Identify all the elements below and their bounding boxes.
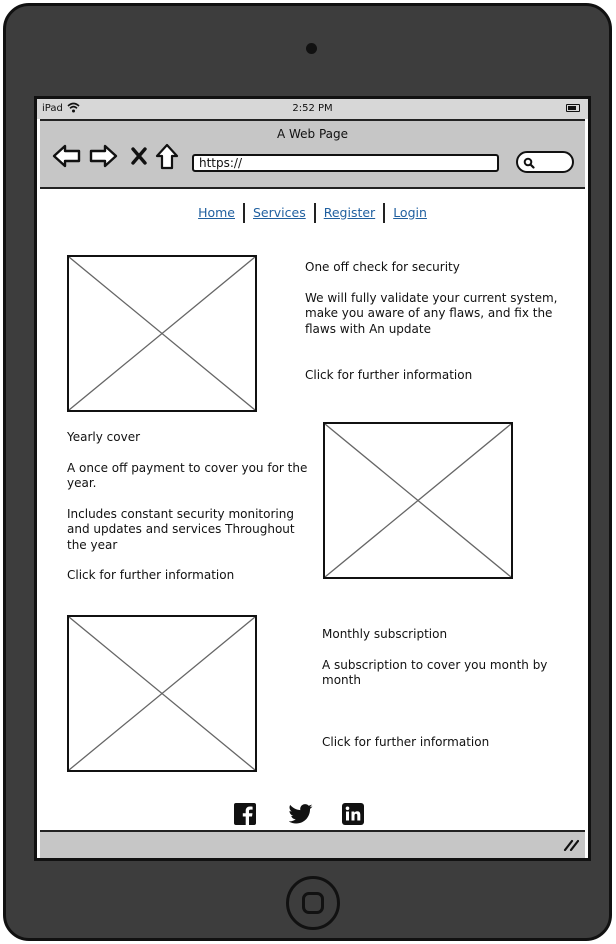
nav-link-services[interactable]: Services <box>247 205 312 220</box>
browser-title: A Web Page <box>276 127 349 141</box>
linkedin-icon[interactable] <box>342 803 364 825</box>
browser-toolbar: A Web Page https:// <box>40 119 585 189</box>
facebook-icon[interactable] <box>234 803 256 825</box>
home-button[interactable] <box>286 876 340 930</box>
ipad-device-frame: iPad 2:52 PM A Web Page https:// Home Se… <box>3 3 612 941</box>
forward-arrow-icon[interactable] <box>88 143 118 169</box>
nav-divider <box>243 203 245 223</box>
home-button-square-icon <box>302 892 324 914</box>
section-security: One off check for security We will fully… <box>305 260 581 399</box>
image-placeholder <box>67 255 257 412</box>
ipad-screen: iPad 2:52 PM A Web Page https:// Home Se… <box>34 96 591 861</box>
image-placeholder <box>67 615 257 772</box>
home-icon[interactable] <box>154 143 180 171</box>
nav-link-login[interactable]: Login <box>387 205 433 220</box>
section-title: One off check for security <box>305 260 460 274</box>
section-body: A subscription to cover you month by mon… <box>322 657 548 688</box>
section-title: Yearly cover <box>67 430 141 444</box>
browser-bottom-bar <box>40 830 585 858</box>
resize-handle-icon[interactable] <box>563 839 579 851</box>
section-monthly: Monthly subscription A subscription to c… <box>322 627 584 765</box>
search-button[interactable] <box>516 151 574 173</box>
twitter-icon[interactable] <box>289 804 313 824</box>
status-time: 2:52 PM <box>292 103 333 114</box>
nav-link-register[interactable]: Register <box>318 205 381 220</box>
image-placeholder <box>323 422 513 579</box>
back-arrow-icon[interactable] <box>52 143 82 169</box>
section-yearly: Yearly cover A once off payment to cover… <box>67 430 317 599</box>
status-bar: iPad 2:52 PM <box>37 99 588 119</box>
camera-dot <box>306 43 317 54</box>
nav-divider <box>383 203 386 223</box>
section-body-2: Includes constant security monitoring an… <box>67 506 295 552</box>
further-info-link[interactable]: Click for further information <box>67 568 317 584</box>
nav-link-home[interactable]: Home <box>192 205 241 220</box>
nav-divider <box>313 203 316 223</box>
section-body: We will fully validate your current syst… <box>305 290 558 336</box>
further-info-link[interactable]: Click for further information <box>305 368 581 384</box>
battery-icon <box>566 104 580 112</box>
section-body: A once off payment to cover you for the … <box>67 460 308 491</box>
search-icon <box>523 157 535 169</box>
site-nav: Home Services Register Login <box>37 203 588 223</box>
url-input[interactable]: https:// <box>192 154 499 172</box>
section-title: Monthly subscription <box>322 627 448 641</box>
further-info-link[interactable]: Click for further information <box>322 735 584 751</box>
close-icon[interactable] <box>130 146 148 166</box>
